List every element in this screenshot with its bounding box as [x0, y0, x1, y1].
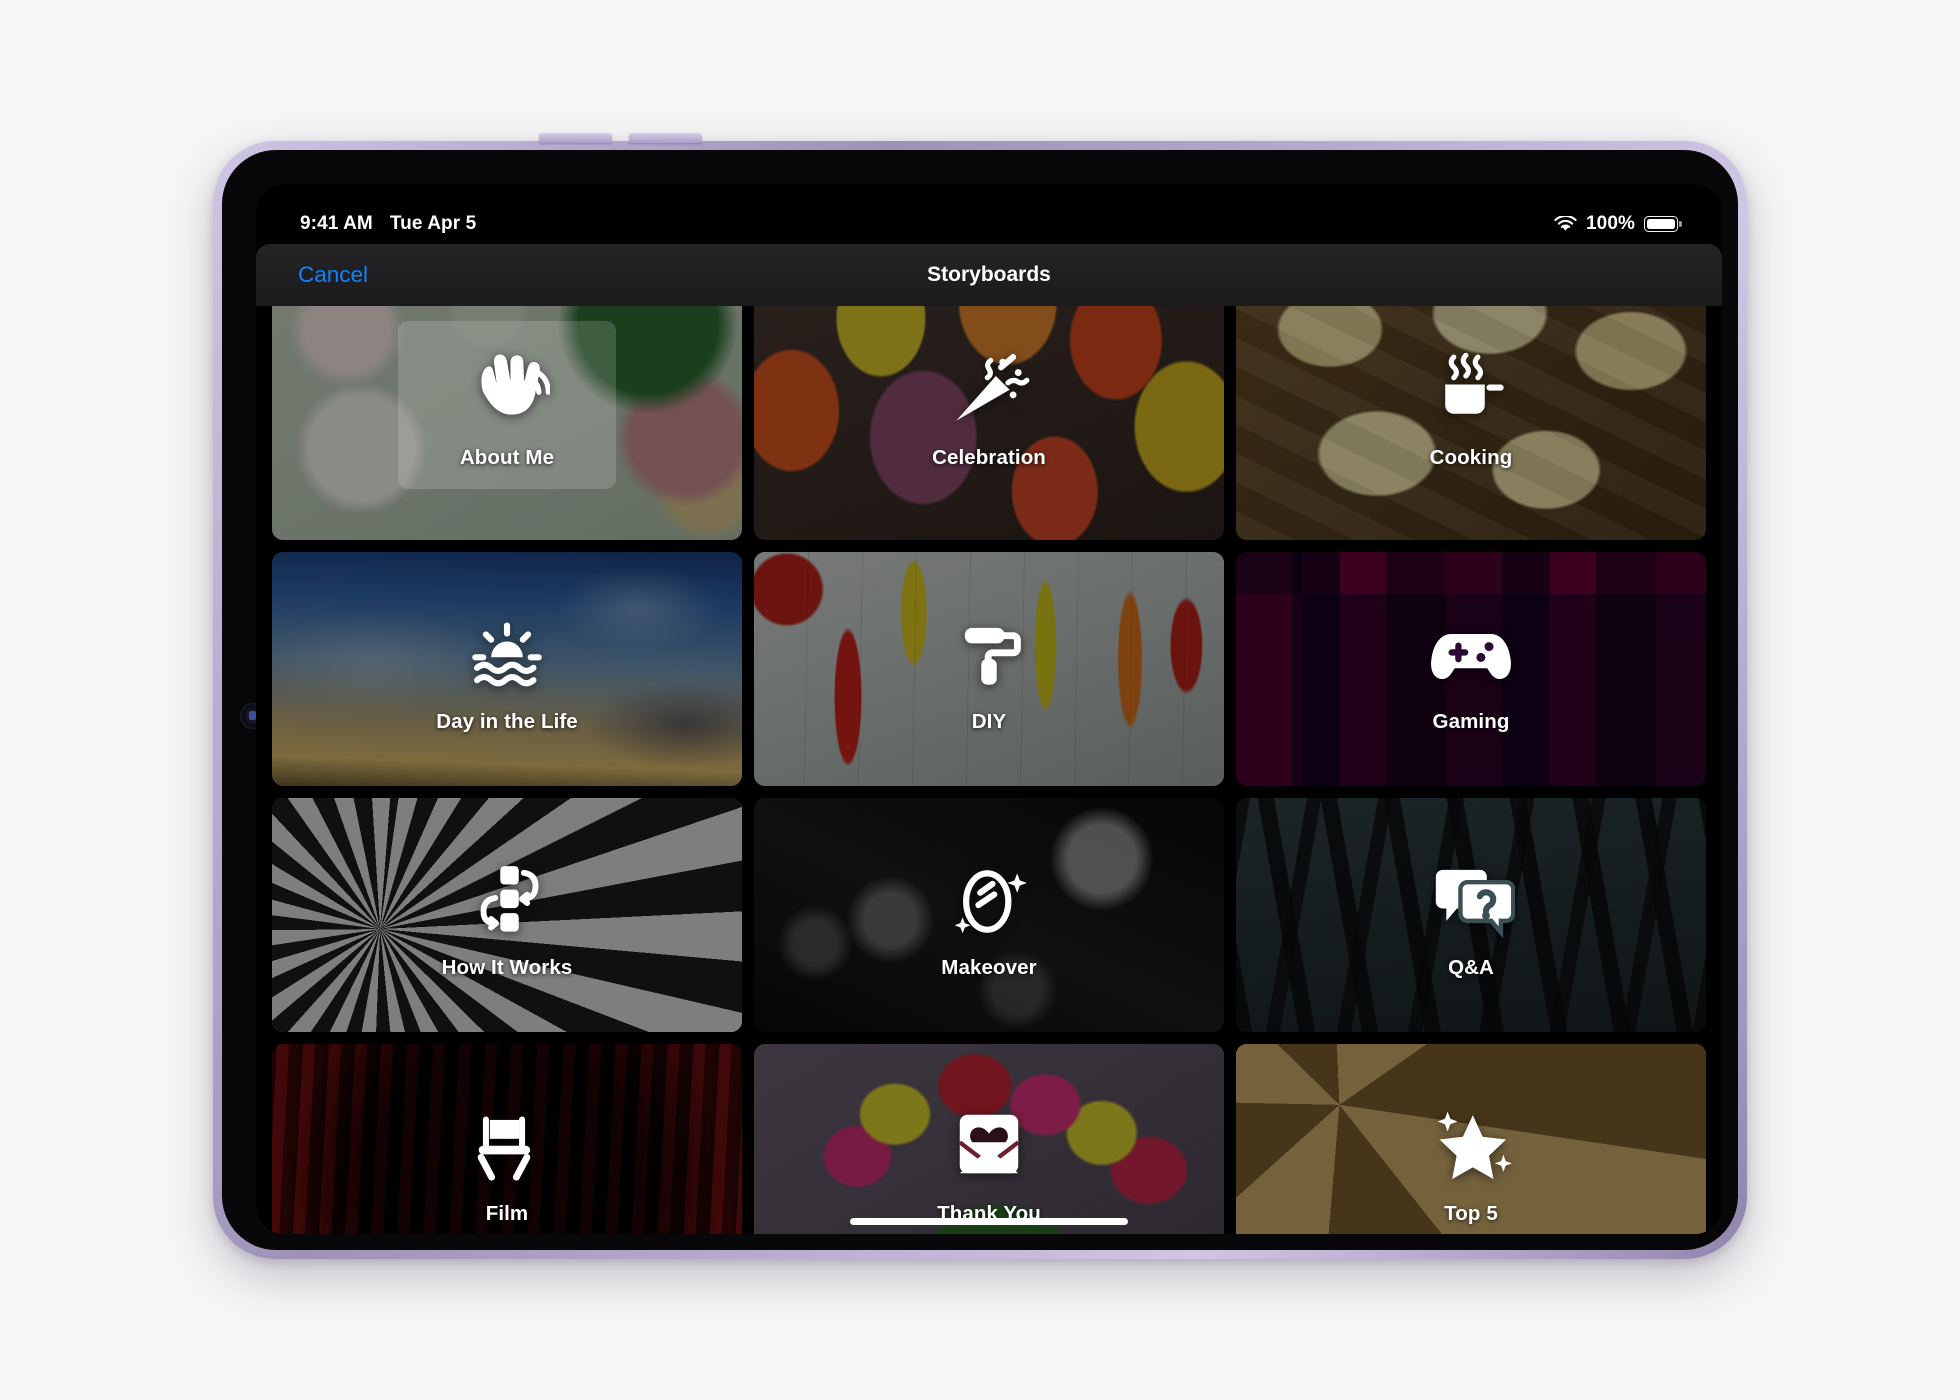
- battery-full-icon: [1644, 216, 1682, 232]
- wifi-icon: [1554, 215, 1577, 233]
- storyboard-tile[interactable]: Day in the Life: [272, 552, 742, 786]
- heart-envelope-icon: [941, 1096, 1037, 1192]
- storyboard-tile[interactable]: Cooking: [1236, 270, 1706, 540]
- status-bar-right: 100%: [1554, 213, 1682, 235]
- tile-content: How It Works: [272, 798, 742, 1032]
- tile-label: Top 5: [1444, 1202, 1498, 1225]
- tile-label: Film: [485, 1202, 529, 1225]
- tile-content: Gaming: [1236, 552, 1706, 786]
- tile-content: Makeover: [754, 798, 1224, 1032]
- party-popper-icon: [941, 340, 1037, 436]
- tile-label: Gaming: [1432, 710, 1510, 733]
- device-bezel: 9:41 AM Tue Apr 5 100% Cancel Storyboard…: [222, 150, 1738, 1250]
- page-title: Storyboards: [927, 263, 1051, 286]
- navigation-bar: Cancel Storyboards: [256, 244, 1722, 306]
- storyboards-sheet: Cancel Storyboards About Me Celebration …: [256, 244, 1722, 1234]
- flowchart-icon: [459, 850, 555, 946]
- battery-percent-label: 100%: [1586, 213, 1635, 234]
- storyboard-tile[interactable]: Makeover: [754, 798, 1224, 1032]
- tile-content: Top 5: [1236, 1044, 1706, 1234]
- storyboard-tile[interactable]: Film: [272, 1044, 742, 1234]
- screenshot-stage: 9:41 AM Tue Apr 5 100% Cancel Storyboard…: [0, 0, 1960, 1400]
- tile-label: Q&A: [1448, 956, 1494, 979]
- steaming-pot-icon: [1423, 340, 1519, 436]
- status-bar-left: 9:41 AM Tue Apr 5: [300, 213, 476, 235]
- tile-label: Makeover: [941, 956, 1037, 979]
- director-chair-icon: [459, 1096, 555, 1192]
- mirror-sparkle-icon: [941, 850, 1037, 946]
- tile-content: Film: [272, 1044, 742, 1234]
- game-controller-icon: [1423, 604, 1519, 700]
- tile-label: DIY: [971, 710, 1007, 733]
- storyboard-tile[interactable]: Top 5: [1236, 1044, 1706, 1234]
- tile-content: Cooking: [1236, 270, 1706, 540]
- tile-content: Celebration: [754, 270, 1224, 540]
- storyboard-tile[interactable]: Q&A: [1236, 798, 1706, 1032]
- status-time: 9:41 AM: [300, 213, 373, 234]
- paint-roller-icon: [941, 604, 1037, 700]
- question-bubbles-icon: [1423, 850, 1519, 946]
- ipad-screen: 9:41 AM Tue Apr 5 100% Cancel Storyboard…: [256, 184, 1722, 1234]
- tile-label: About Me: [459, 446, 555, 469]
- tile-content: DIY: [754, 552, 1224, 786]
- cancel-button[interactable]: Cancel: [298, 262, 368, 288]
- storyboard-tile[interactable]: Celebration: [754, 270, 1224, 540]
- tile-content: Q&A: [1236, 798, 1706, 1032]
- star-sparkle-icon: [1423, 1096, 1519, 1192]
- waving-hand-icon: [459, 340, 555, 436]
- tile-content: About Me: [272, 270, 742, 540]
- tile-label: Cooking: [1429, 446, 1513, 469]
- ipad-device: 9:41 AM Tue Apr 5 100% Cancel Storyboard…: [213, 133, 1747, 1259]
- tile-content: Thank You: [754, 1044, 1224, 1234]
- home-indicator[interactable]: [850, 1218, 1128, 1225]
- tile-label: How It Works: [441, 956, 573, 979]
- tile-content: Day in the Life: [272, 552, 742, 786]
- volume-down-button[interactable]: [629, 133, 702, 143]
- tile-label: Celebration: [932, 446, 1046, 469]
- storyboard-tile[interactable]: Gaming: [1236, 552, 1706, 786]
- sunrise-waves-icon: [459, 604, 555, 700]
- storyboard-tile[interactable]: About Me: [272, 270, 742, 540]
- status-date: Tue Apr 5: [389, 213, 477, 234]
- storyboard-tile[interactable]: DIY: [754, 552, 1224, 786]
- storyboard-tile[interactable]: How It Works: [272, 798, 742, 1032]
- storyboard-grid: About Me Celebration Cooking Day in the …: [256, 270, 1722, 1234]
- status-bar: 9:41 AM Tue Apr 5 100%: [256, 206, 1722, 242]
- volume-up-button[interactable]: [539, 133, 612, 143]
- storyboard-tile[interactable]: Thank You: [754, 1044, 1224, 1234]
- tile-label: Day in the Life: [436, 710, 578, 733]
